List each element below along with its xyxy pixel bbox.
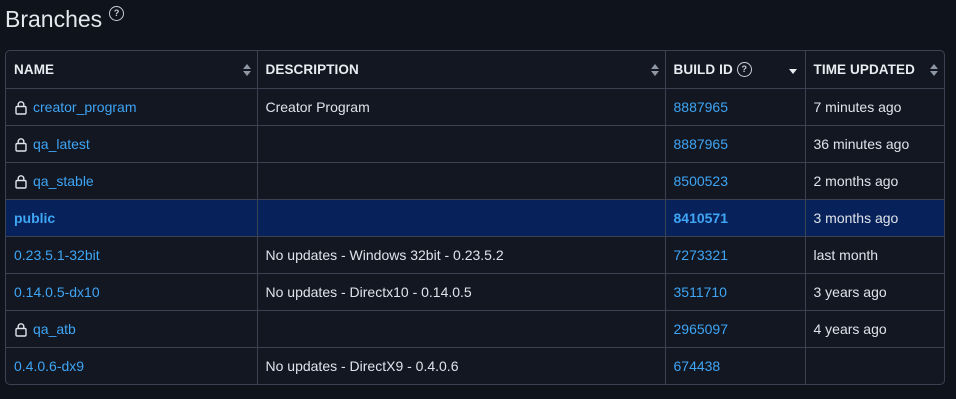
column-header-build-id[interactable]: BUILD ID ?: [665, 51, 806, 89]
sort-icon[interactable]: [242, 63, 251, 76]
help-circle-icon[interactable]: ?: [736, 62, 752, 77]
branch-name-cell: creator_program: [6, 88, 258, 126]
branch-description-cell: [257, 310, 666, 348]
lock-icon: [14, 174, 28, 189]
branch-name-cell: qa_stable: [6, 162, 258, 200]
column-header-time-updated[interactable]: TIME UPDATED: [805, 51, 944, 89]
table-row: qa_latest 8887965 36 minutes ago: [6, 125, 944, 163]
branch-name-cell: 0.14.0.5-dx10: [6, 273, 258, 311]
branch-name-cell: 0.4.0.6-dx9: [6, 347, 258, 384]
build-id-cell: 8410571: [665, 199, 806, 237]
lock-icon: [14, 100, 28, 115]
build-id-link[interactable]: 8410571: [674, 210, 729, 226]
table-row: public 8410571 3 months ago: [6, 199, 944, 237]
column-header-name-label: NAME: [14, 62, 55, 77]
sort-icon[interactable]: [650, 63, 659, 76]
branch-name-cell: qa_atb: [6, 310, 258, 348]
build-id-link[interactable]: 2965097: [674, 321, 729, 337]
time-updated-cell: 2 months ago: [805, 162, 944, 200]
branch-name-link[interactable]: qa_stable: [33, 173, 94, 189]
branch-name-link[interactable]: 0.4.0.6-dx9: [14, 358, 84, 374]
branch-name-cell: 0.23.5.1-32bit: [6, 236, 258, 274]
column-header-description[interactable]: DESCRIPTION: [257, 51, 666, 89]
branch-name-link[interactable]: 0.14.0.5-dx10: [14, 284, 100, 300]
build-id-link[interactable]: 7273321: [674, 247, 729, 263]
time-updated-cell: 3 years ago: [805, 273, 944, 311]
time-updated-cell: [805, 348, 944, 385]
build-id-cell: 7273321: [665, 236, 806, 274]
time-updated-cell: 7 minutes ago: [805, 88, 944, 126]
branch-description-cell: [257, 162, 666, 200]
table-row: 0.23.5.1-32bit No updates - Windows 32bit…: [6, 236, 944, 274]
table-row: creator_program Creator Program 8887965 7 m…: [6, 88, 944, 126]
build-id-cell: 8500523: [665, 162, 806, 200]
build-id-cell: 8887965: [665, 125, 806, 163]
branch-description-cell: No updates - Directx10 - 0.14.0.5: [257, 273, 666, 311]
branch-name-link[interactable]: qa_atb: [33, 321, 76, 337]
help-circle-icon[interactable]: ?: [109, 6, 125, 21]
branch-name-link[interactable]: 0.23.5.1-32bit: [14, 247, 100, 263]
branch-description-cell: [257, 125, 666, 163]
branch-description-cell: No updates - Windows 32bit - 0.23.5.2: [257, 236, 666, 274]
branch-name-link[interactable]: qa_latest: [33, 136, 90, 152]
branch-name-cell: qa_latest: [6, 125, 258, 163]
build-id-link[interactable]: 8887965: [674, 136, 729, 152]
build-id-link[interactable]: 8887965: [674, 99, 729, 115]
build-id-link[interactable]: 8500523: [674, 173, 729, 189]
time-updated-cell: 36 minutes ago: [805, 125, 944, 163]
column-header-description-label: DESCRIPTION: [265, 62, 359, 77]
build-id-link[interactable]: 3511710: [674, 284, 727, 300]
table-row: qa_atb 2965097 4 years ago: [6, 310, 944, 348]
column-header-build-id-label: BUILD ID: [673, 62, 733, 77]
column-header-time-updated-label: TIME UPDATED: [813, 62, 915, 77]
branches-table: NAME DESCRIPTION BUILD ID ? TIME UPDATED…: [6, 51, 944, 384]
time-updated-cell: last month: [805, 236, 944, 274]
time-updated-cell: 4 years ago: [805, 310, 944, 348]
sort-icon[interactable]: [930, 63, 938, 76]
time-updated-cell: 3 months ago: [805, 199, 944, 237]
column-header-name[interactable]: NAME: [6, 51, 258, 89]
branches-table-container: NAME DESCRIPTION BUILD ID ? TIME UPDATED…: [5, 50, 945, 385]
lock-icon: [14, 137, 28, 152]
table-row: 0.14.0.5-dx10 No updates - Directx10 - 0.…: [6, 273, 944, 311]
lock-icon: [14, 322, 28, 337]
branch-description-cell: Creator Program: [257, 88, 666, 126]
branch-name-cell: public: [6, 199, 258, 237]
table-row: 0.4.0.6-dx9 No updates - DirectX9 - 0.4.0…: [6, 347, 944, 385]
page-header: Branches ?: [5, 4, 125, 34]
build-id-cell: 8887965: [665, 88, 806, 126]
sort-descending-icon[interactable]: [788, 69, 797, 74]
build-id-cell: 2965097: [665, 310, 806, 348]
table-row: qa_stable 8500523 2 months ago: [6, 162, 944, 200]
build-id-cell: 3511710: [665, 273, 806, 311]
build-id-cell: 674438: [665, 347, 806, 384]
build-id-link[interactable]: 674438: [674, 358, 721, 374]
table-header-row: NAME DESCRIPTION BUILD ID ? TIME UPDATED: [6, 51, 944, 89]
branch-description-cell: [257, 199, 666, 237]
branch-name-link[interactable]: public: [14, 210, 55, 226]
branch-name-link[interactable]: creator_program: [33, 99, 137, 115]
branch-description-cell: No updates - DirectX9 - 0.4.0.6: [257, 347, 666, 384]
page-title: Branches: [5, 6, 103, 32]
